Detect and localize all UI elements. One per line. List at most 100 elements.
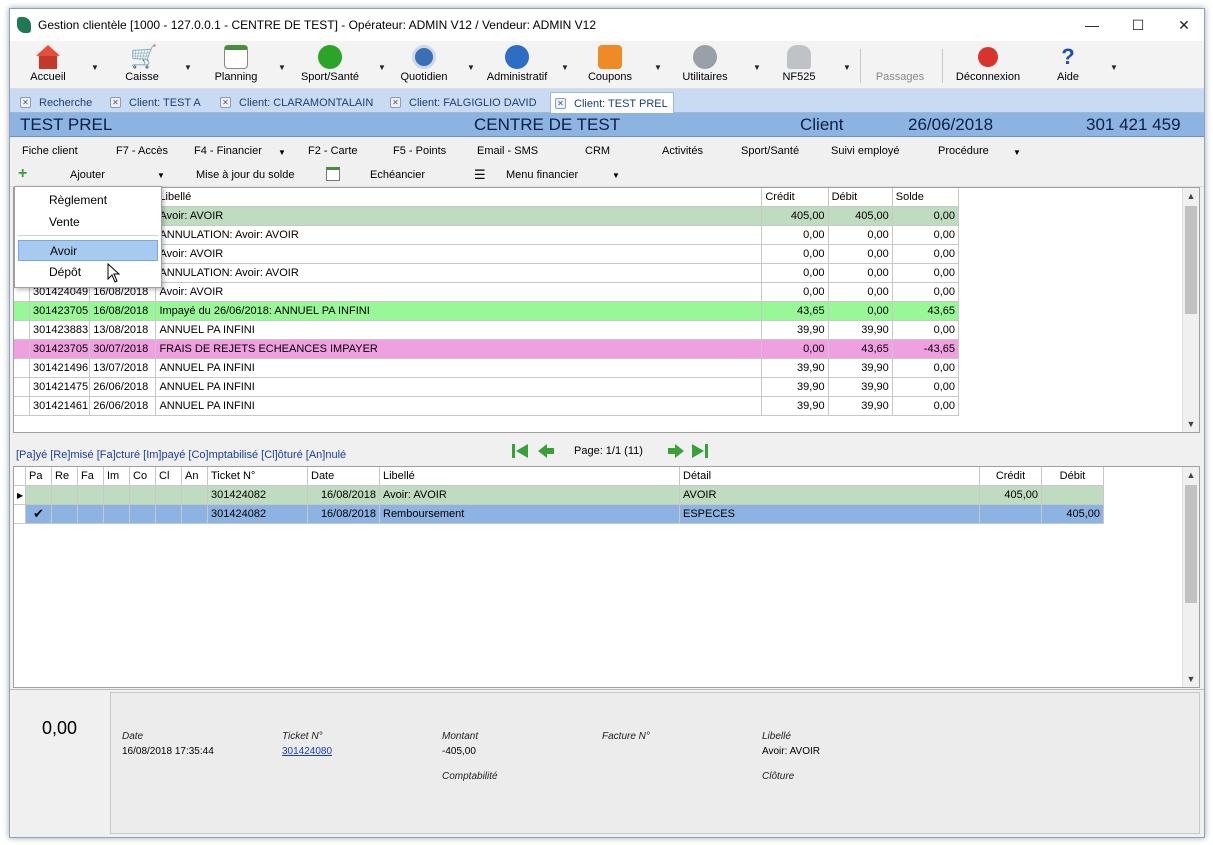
menu-separator <box>18 235 158 236</box>
col-credit[interactable]: Crédit <box>761 188 829 207</box>
aide-dropdown-arrow[interactable]: ▼ <box>1110 63 1118 72</box>
menu-fiche-client[interactable]: Fiche client <box>22 145 78 157</box>
close-tab-icon[interactable]: ✕ <box>220 97 231 108</box>
planning-button[interactable]: Planning <box>208 41 264 89</box>
tab-client-claramontalain[interactable]: ✕ Client: CLARAMONTALAIN <box>216 92 386 113</box>
scroll-down-icon[interactable]: ▼ <box>1183 671 1199 687</box>
financial-menu-dropdown-icon[interactable]: ▼ <box>612 171 620 180</box>
grid-scrollbar[interactable]: ▲ ▼ <box>1182 188 1199 432</box>
col-header[interactable]: An <box>181 467 208 486</box>
tab-client-test-a[interactable]: ✕ Client: TEST A <box>106 92 216 113</box>
administratif-dropdown-arrow[interactable]: ▼ <box>561 63 569 72</box>
sport-dropdown-arrow[interactable]: ▼ <box>378 63 386 72</box>
next-page-icon[interactable] <box>666 441 686 461</box>
ticket-link[interactable]: 301424080 <box>282 746 332 757</box>
close-tab-icon[interactable]: ✕ <box>555 98 566 109</box>
col-header[interactable]: Co <box>129 467 156 486</box>
menu-points[interactable]: F5 - Points <box>393 145 446 157</box>
menu-item-vente[interactable]: Vente <box>18 212 158 233</box>
col-header[interactable]: Ticket N° <box>207 467 308 486</box>
table-row[interactable]: 301423883 13/08/2018 ANNUEL PA INFINI 39,90… <box>14 320 960 340</box>
planning-dropdown-arrow[interactable]: ▼ <box>278 63 286 72</box>
menu-crm[interactable]: CRM <box>585 145 610 157</box>
col-header[interactable]: Libellé <box>379 467 680 486</box>
schedule-button[interactable]: Echéancier <box>370 169 425 181</box>
menu-sport-sante[interactable]: Sport/Santé <box>741 145 799 157</box>
col-libelle[interactable]: Libellé <box>155 188 763 207</box>
table-row[interactable]: ✔ 301424082 16/08/2018 Remboursement ESPECES… <box>14 504 1104 524</box>
maximize-button[interactable]: ☐ <box>1115 9 1161 41</box>
administratif-button[interactable]: Administratif <box>480 41 554 89</box>
update-balance-button[interactable]: Mise à jour du solde <box>196 169 294 181</box>
financial-menu-button[interactable]: Menu financier <box>506 169 578 181</box>
table-row[interactable]: 301421461 26/06/2018 ANNUEL PA INFINI 39,90… <box>14 396 960 416</box>
table-row[interactable]: 301423705 30/07/2018 FRAIS DE REJETS ECHEA… <box>14 339 960 359</box>
coupons-dropdown-arrow[interactable]: ▼ <box>654 63 662 72</box>
scroll-up-icon[interactable]: ▲ <box>1183 188 1199 204</box>
header-date: 26/06/2018 <box>908 115 994 134</box>
close-button[interactable]: ✕ <box>1161 9 1204 41</box>
caisse-button[interactable]: 🛒 Caisse <box>118 41 166 89</box>
nf525-dropdown-arrow[interactable]: ▼ <box>843 63 851 72</box>
close-tab-icon[interactable]: ✕ <box>20 97 31 108</box>
table-row[interactable]: 301421496 13/07/2018 ANNUEL PA INFINI 39,90… <box>14 358 960 378</box>
menu-item-depot[interactable]: Dépôt <box>18 262 158 283</box>
coupons-button[interactable]: Coupons <box>583 41 637 89</box>
col-header[interactable]: Détail <box>679 467 980 486</box>
menu-email-sms[interactable]: Email - SMS <box>477 145 538 157</box>
accueil-dropdown-arrow[interactable]: ▼ <box>91 63 99 72</box>
procedure-dropdown-icon[interactable]: ▼ <box>1013 148 1021 157</box>
menu-item-avoir[interactable]: Avoir <box>18 240 158 261</box>
menu-procedure[interactable]: Procédure <box>938 145 989 157</box>
deconnexion-button[interactable]: Déconnexion <box>950 41 1026 89</box>
scroll-thumb[interactable] <box>1185 206 1197 314</box>
scroll-thumb[interactable] <box>1185 485 1197 603</box>
last-page-icon[interactable] <box>690 441 710 461</box>
scroll-down-icon[interactable]: ▼ <box>1183 416 1199 432</box>
scroll-up-icon[interactable]: ▲ <box>1183 467 1199 483</box>
table-row[interactable]: 301421475 26/06/2018 ANNUEL PA INFINI 39,90… <box>14 377 960 397</box>
menu-activites[interactable]: Activités <box>662 145 703 157</box>
minimize-button[interactable]: — <box>1069 9 1115 41</box>
quotidien-button[interactable]: Quotidien <box>396 41 452 89</box>
menu-financier[interactable]: F4 - Financier <box>194 145 262 157</box>
col-solde[interactable]: Solde <box>891 188 960 207</box>
add-button[interactable]: Ajouter <box>70 169 105 181</box>
col-header[interactable]: Date <box>307 467 380 486</box>
debit-cell: 405,00 <box>827 206 893 226</box>
first-page-icon[interactable] <box>510 441 530 461</box>
caisse-dropdown-arrow[interactable]: ▼ <box>184 63 192 72</box>
menu-acces[interactable]: F7 - Accès <box>116 145 168 157</box>
col-header[interactable]: Débit <box>1041 467 1104 486</box>
quotidien-dropdown-arrow[interactable]: ▼ <box>467 63 475 72</box>
col-header[interactable]: Re <box>51 467 78 486</box>
add-icon: + <box>18 165 28 182</box>
sport-button[interactable]: Sport/Santé <box>297 41 363 89</box>
col-header[interactable]: Pa <box>25 467 52 486</box>
nf525-button[interactable]: NF525 <box>777 41 821 89</box>
table-row[interactable]: ▶ 301424082 16/08/2018 Avoir: AVOIR AVOIR 405… <box>14 485 1104 505</box>
close-tab-icon[interactable]: ✕ <box>110 97 121 108</box>
col-header[interactable]: Fa <box>77 467 104 486</box>
accueil-button[interactable]: Accueil <box>24 41 72 89</box>
tab-recherche[interactable]: ✕ Recherche <box>16 92 106 113</box>
add-dropdown-icon[interactable]: ▼ <box>157 171 165 180</box>
aide-button[interactable]: ? Aide <box>1048 41 1088 89</box>
menu-item-reglement[interactable]: Règlement <box>18 190 158 211</box>
menu-suivi-employe[interactable]: Suivi employé <box>831 145 899 157</box>
utilitaires-button[interactable]: Utilitaires <box>674 41 736 89</box>
passages-button[interactable]: Passages <box>870 41 930 89</box>
tab-client-test-prel[interactable]: ✕ Client: TEST PREL <box>550 92 674 114</box>
table-row[interactable]: 301423705 16/08/2018 Impayé du 26/06/2018:… <box>14 301 960 321</box>
col-header[interactable]: Cl <box>155 467 182 486</box>
col-header[interactable]: Crédit <box>979 467 1042 486</box>
grid2-scrollbar[interactable]: ▲ ▼ <box>1182 467 1199 687</box>
menu-carte[interactable]: F2 - Carte <box>308 145 358 157</box>
previous-page-icon[interactable] <box>536 441 556 461</box>
tab-client-falgiglio[interactable]: ✕ Client: FALGIGLIO DAVID <box>386 92 550 113</box>
utilitaires-dropdown-arrow[interactable]: ▼ <box>753 63 761 72</box>
financier-dropdown-icon[interactable]: ▼ <box>278 148 286 157</box>
col-debit[interactable]: Débit <box>827 188 893 207</box>
col-header[interactable]: Im <box>103 467 130 486</box>
close-tab-icon[interactable]: ✕ <box>390 97 401 108</box>
